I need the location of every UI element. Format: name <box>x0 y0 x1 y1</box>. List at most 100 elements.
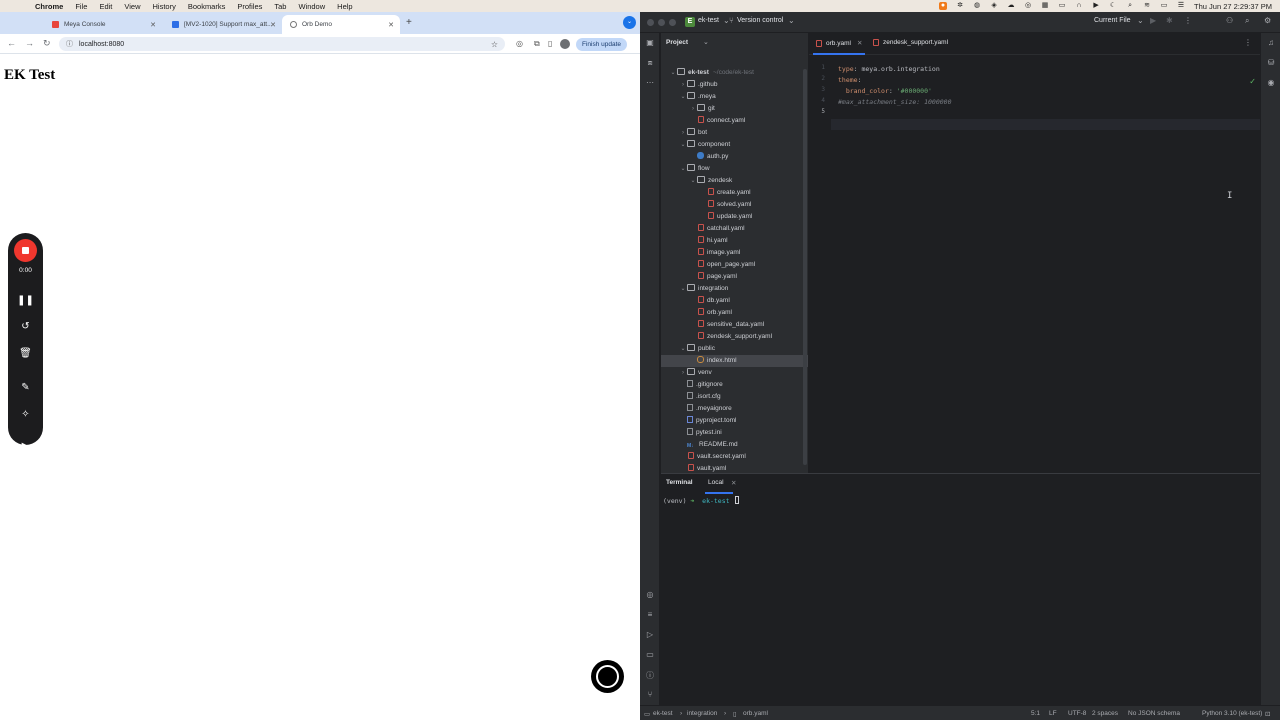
tree-item[interactable]: auth.py <box>661 151 808 163</box>
wifi-icon[interactable]: ≋ <box>1143 2 1151 10</box>
camera-icon[interactable]: ▶ <box>8 441 43 452</box>
profile-avatar[interactable] <box>560 39 570 49</box>
run-config-selector[interactable]: Current File <box>1094 17 1131 24</box>
monitor-icon[interactable]: ▭ <box>1058 2 1066 10</box>
headphones-icon[interactable]: ∩ <box>1075 2 1083 10</box>
code-line[interactable]: brand_color: '#000000' <box>838 86 932 97</box>
line-separator[interactable]: LF <box>1049 710 1057 717</box>
editor-tab-zendesk-support-yaml[interactable]: zendesk_support.yaml <box>873 39 948 46</box>
editor-tab-orb-yaml[interactable]: orb.yaml ✕ <box>816 39 862 47</box>
chevron-right-icon[interactable]: › <box>679 367 687 379</box>
tree-item[interactable]: ⌄ zendesk <box>661 175 808 187</box>
tab-search-chevron-icon[interactable]: ⌄ <box>623 16 636 29</box>
project-switcher[interactable]: ek-test <box>698 17 719 24</box>
menu-window[interactable]: Window <box>298 2 325 11</box>
grid-icon[interactable]: ▦ <box>1041 2 1049 10</box>
shield-icon[interactable]: ◈ <box>990 2 998 10</box>
menu-tab[interactable]: Tab <box>274 2 286 11</box>
close-icon[interactable]: ✕ <box>150 21 156 29</box>
terminal-title[interactable]: Terminal <box>666 479 693 486</box>
tree-item[interactable]: ⌄ public <box>661 343 808 355</box>
menu-profiles[interactable]: Profiles <box>237 2 262 11</box>
finish-update-button[interactable]: Finish update <box>576 38 628 51</box>
tree-item[interactable]: image.yaml <box>661 247 808 259</box>
chevron-down-icon[interactable]: ⌄ <box>679 163 687 175</box>
tree-item[interactable]: index.html <box>661 355 808 367</box>
run-icon[interactable]: ▶ <box>1150 16 1156 25</box>
menu-help[interactable]: Help <box>337 2 352 11</box>
git-icon[interactable]: ⑂ <box>640 690 660 699</box>
python-interpreter[interactable]: Python 3.10 (ek-test) <box>1202 710 1262 717</box>
structure-icon[interactable]: ⧈ <box>640 58 660 68</box>
tree-item[interactable]: M↓ README.md <box>661 439 808 451</box>
tree-item[interactable]: › venv <box>661 367 808 379</box>
tab-meya-console[interactable]: Meya Console ✕ <box>44 15 162 34</box>
ai-assistant-icon[interactable]: ◉ <box>1261 78 1280 87</box>
tree-item[interactable]: ⌄ ek-test ~/code/ek-test <box>661 67 808 79</box>
more-vertical-icon[interactable]: ⋮ <box>1244 38 1252 47</box>
tree-item[interactable]: › .github <box>661 79 808 91</box>
sparkle-icon[interactable]: ✧ <box>8 409 43 420</box>
project-panel-title[interactable]: Project <box>666 39 688 46</box>
orb-chat-launcher-button[interactable] <box>591 660 624 693</box>
tree-item[interactable]: .meyaignore <box>661 403 808 415</box>
tree-item[interactable]: .isort.cfg <box>661 391 808 403</box>
breadcrumb-file[interactable]: orb.yaml <box>743 710 768 717</box>
tree-item[interactable]: hi.yaml <box>661 235 808 247</box>
code-text[interactable]: type: meya.orb.integration theme: brand_c… <box>838 55 1258 473</box>
recorder-status-icon[interactable]: ● <box>939 2 948 10</box>
close-icon[interactable]: ✕ <box>857 39 862 47</box>
menu-history[interactable]: History <box>153 2 176 11</box>
close-icon[interactable]: ✕ <box>388 21 394 29</box>
tree-item[interactable]: solved.yaml <box>661 199 808 211</box>
close-icon[interactable]: ✕ <box>731 479 736 487</box>
tree-item[interactable]: ⌄ integration <box>661 283 808 295</box>
code-line[interactable]: type: meya.orb.integration <box>838 64 940 75</box>
tree-item[interactable]: orb.yaml <box>661 307 808 319</box>
globe-icon[interactable]: ◍ <box>973 2 981 10</box>
back-arrow-icon[interactable]: ← <box>7 38 16 48</box>
vcs-widget[interactable]: Version control <box>737 17 783 24</box>
restart-icon[interactable]: ↺ <box>8 321 43 332</box>
menu-bookmarks[interactable]: Bookmarks <box>188 2 226 11</box>
tab-orb-demo[interactable]: Orb Demo ✕ <box>282 15 400 34</box>
chevron-down-icon[interactable]: ⌄ <box>703 38 709 46</box>
battery-icon[interactable]: ▭ <box>1160 2 1168 10</box>
terminal-prompt[interactable]: (venv) ➜ ek-test <box>663 496 740 505</box>
sidepanel-icon[interactable]: ▯ <box>548 39 552 48</box>
tree-item[interactable]: zendesk_support.yaml <box>661 331 808 343</box>
tree-item[interactable]: db.yaml <box>661 295 808 307</box>
run-tool-icon[interactable]: ▷ <box>640 630 660 639</box>
close-window-button[interactable] <box>647 19 654 26</box>
project-tool-folder-icon[interactable]: ▣ <box>640 38 660 47</box>
more-vertical-icon[interactable]: ⋮ <box>1184 16 1192 25</box>
play-icon[interactable]: ▶ <box>1092 2 1100 10</box>
tree-item[interactable]: › bot <box>661 127 808 139</box>
chevron-down-icon[interactable]: ⌄ <box>679 283 687 295</box>
target-icon[interactable]: ◎ <box>1024 2 1032 10</box>
caret-position[interactable]: 5:1 <box>1031 710 1040 717</box>
chevron-right-icon[interactable]: › <box>679 79 687 91</box>
debug-icon[interactable]: ✱ <box>1166 16 1173 25</box>
address-bar[interactable]: ⓘ localhost:8080 ☆ <box>59 37 505 51</box>
problems-icon[interactable]: ⓘ <box>640 670 660 681</box>
project-scrollbar[interactable] <box>803 69 807 465</box>
tree-item[interactable]: pytest.ini <box>661 427 808 439</box>
search-icon[interactable]: ⌕ <box>1126 2 1134 10</box>
reload-icon[interactable]: ↻ <box>43 38 51 49</box>
account-icon[interactable]: ⚇ <box>1226 16 1233 25</box>
menu-view[interactable]: View <box>124 2 140 11</box>
breadcrumb-folder[interactable]: integration <box>687 710 717 717</box>
tree-item[interactable]: ⌄ component <box>661 139 808 151</box>
file-encoding[interactable]: UTF-8 <box>1068 710 1086 717</box>
chevron-right-icon[interactable]: › <box>679 127 687 139</box>
pause-icon[interactable]: ❚❚ <box>8 295 43 306</box>
chevron-down-icon[interactable]: ⌄ <box>689 175 697 187</box>
tree-item[interactable]: connect.yaml <box>661 115 808 127</box>
settings-gear-icon[interactable]: ⚙ <box>1264 16 1271 25</box>
chevron-down-icon[interactable]: ⌄ <box>679 139 687 151</box>
terminal-tab-local[interactable]: Local <box>708 479 724 486</box>
menubar-clock[interactable]: Thu Jun 27 2:29:37 PM <box>1194 2 1272 11</box>
chevron-down-icon[interactable]: ⌄ <box>669 67 677 79</box>
tree-item[interactable]: page.yaml <box>661 271 808 283</box>
